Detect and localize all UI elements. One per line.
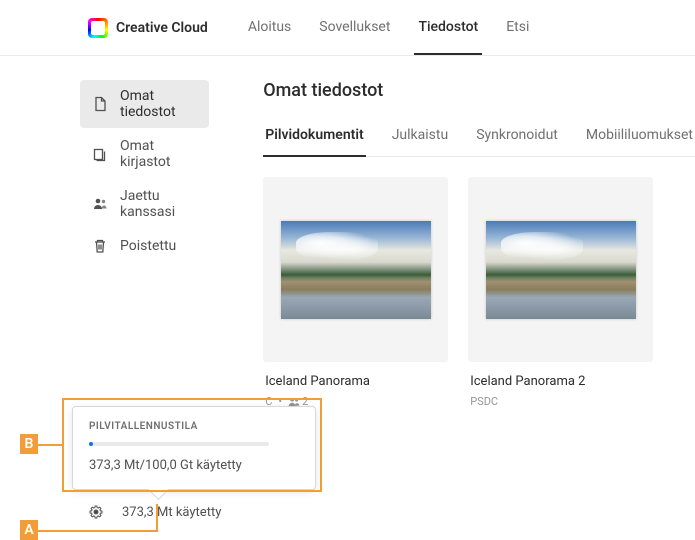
callout-label-b: B — [20, 434, 38, 454]
tab-cloud-documents[interactable]: Pilvidokumentit — [263, 119, 365, 157]
storage-status-line[interactable]: 373,3 Mt käytetty — [88, 504, 221, 520]
brand-group: Creative Cloud — [88, 18, 208, 38]
callout-connector-a — [38, 530, 158, 532]
tab-bar: Pilvidokumentit Julkaistu Synkronoidut M… — [263, 119, 695, 157]
callout-connector-a-vertical — [156, 504, 158, 532]
sidebar-item-deleted[interactable]: Poistettu — [80, 230, 209, 262]
file-subline: PSDC — [470, 395, 653, 408]
sidebar-item-label: Omat kirjastot — [120, 138, 197, 170]
thumbnail-wrapper — [468, 177, 653, 362]
page-title: Omat tiedostot — [263, 80, 695, 101]
creative-cloud-icon — [88, 18, 108, 38]
brand-name: Creative Cloud — [116, 20, 208, 36]
storage-popup-text: 373,3 Mt/100,0 Gt käytetty — [89, 458, 299, 473]
sidebar-item-label: Jaettu kanssasi — [120, 188, 197, 220]
libraries-icon — [92, 146, 108, 162]
file-icon — [92, 96, 108, 112]
callout-label-a: A — [20, 520, 38, 540]
callout-connector-b — [38, 444, 64, 446]
nav-sovellukset[interactable]: Sovellukset — [315, 1, 394, 55]
sidebar-item-label: Poistettu — [120, 238, 176, 254]
sidebar-item-shared[interactable]: Jaettu kanssasi — [80, 180, 209, 228]
nav-tiedostot[interactable]: Tiedostot — [414, 1, 482, 55]
nav-etsi[interactable]: Etsi — [502, 1, 533, 55]
file-card[interactable]: Iceland Panorama C • 2 — [263, 177, 448, 408]
file-grid: Iceland Panorama C • 2 Icel — [263, 177, 695, 408]
trash-icon — [92, 238, 108, 254]
shared-icon — [92, 196, 108, 212]
storage-progress-fill — [89, 442, 93, 446]
storage-used-text: 373,3 Mt käytetty — [122, 505, 221, 520]
file-name: Iceland Panorama 2 — [470, 374, 653, 389]
tab-synced[interactable]: Synkronoidut — [474, 119, 560, 157]
top-navbar: Creative Cloud Aloitus Sovellukset Tiedo… — [0, 0, 695, 56]
thumbnail-wrapper — [263, 177, 448, 362]
file-card[interactable]: Iceland Panorama 2 PSDC — [468, 177, 653, 408]
storage-progress-bar — [89, 442, 269, 446]
sidebar-item-libraries[interactable]: Omat kirjastot — [80, 130, 209, 178]
thumbnail-image — [486, 221, 636, 319]
sidebar-item-label: Omat tiedostot — [120, 88, 197, 120]
tab-published[interactable]: Julkaistu — [390, 119, 451, 157]
thumbnail-image — [281, 221, 431, 319]
storage-popup-title: PILVITALLENNUSTILA — [89, 421, 299, 432]
file-name: Iceland Panorama — [265, 374, 448, 389]
sidebar-item-my-files[interactable]: Omat tiedostot — [80, 80, 209, 128]
tab-mobile[interactable]: Mobiililuomukset — [584, 119, 695, 157]
storage-popup: PILVITALLENNUSTILA 373,3 Mt/100,0 Gt käy… — [72, 406, 316, 490]
gear-icon[interactable] — [88, 504, 104, 520]
file-type: PSDC — [470, 395, 498, 408]
nav-aloitus[interactable]: Aloitus — [244, 1, 295, 55]
